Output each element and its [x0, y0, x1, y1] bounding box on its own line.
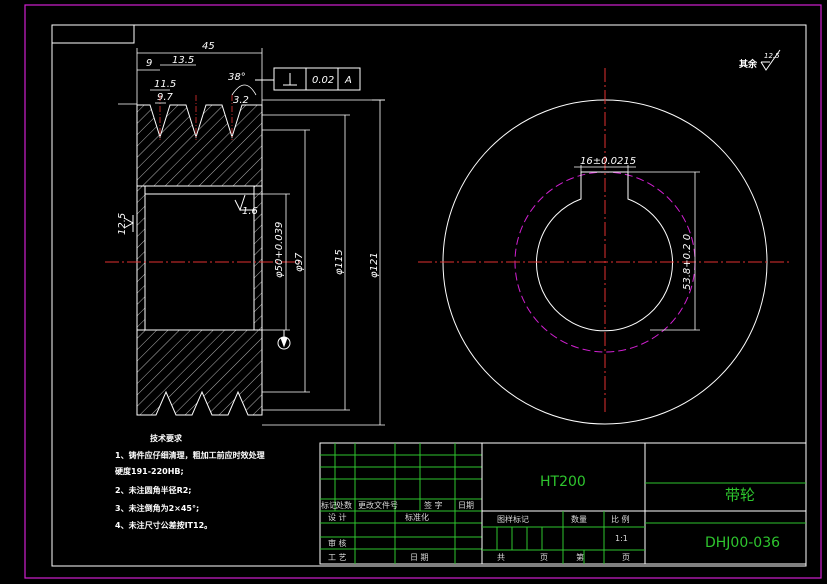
datum-a-symbol — [277, 330, 291, 350]
keyway-width-dim: 16±0.0215 — [580, 156, 636, 167]
tolerance-value: 0.02 — [312, 75, 334, 86]
front-view — [418, 68, 792, 425]
tech-note-4: 4、未注尺寸公差按IT12。 — [115, 520, 212, 530]
dim-9: 9 — [146, 58, 152, 69]
dim-9-7: 9.7 — [157, 92, 174, 103]
dim-115: φ115 — [334, 249, 345, 275]
dim-13-5: 13.5 — [172, 55, 194, 66]
roughness-rest-value: 12.5 — [764, 52, 780, 60]
tech-note-2: 2、未注圆角半径R2; — [115, 485, 192, 495]
lower-rim-section — [136, 329, 263, 416]
tb-design: 设 计 — [328, 512, 347, 522]
part-name: 带轮 — [725, 486, 755, 504]
tb-header-mark: 标记 — [321, 500, 337, 510]
tb-sheet: 第 — [576, 552, 584, 562]
tb-header-sign: 签 字 — [424, 500, 443, 510]
roughness-rest-label: 其余 — [739, 58, 758, 70]
tb-header-changefile: 更改文件号 — [358, 500, 398, 510]
bore-with-keyway — [536, 171, 673, 332]
tb-page2: 页 — [622, 553, 630, 562]
tb-sample-mark: 图样标记 — [497, 514, 529, 524]
drawing-number-mirror-box — [51, 24, 135, 44]
tech-note-1b: 硬度191-220HB; — [115, 466, 184, 476]
tb-quantity: 数量 — [571, 514, 587, 524]
tb-page1: 页 — [540, 553, 548, 562]
upper-rim-section — [136, 104, 263, 187]
tb-total: 共 — [497, 553, 505, 562]
left-roughness-value: 12.5 — [117, 213, 128, 235]
bore-roughness-value: 1.6 — [242, 206, 258, 217]
tolerance-datum: A — [344, 75, 352, 86]
inner-border — [51, 24, 807, 567]
tb-header-count: 处数 — [336, 500, 352, 510]
tech-requirements-title: 技术要求 — [150, 433, 183, 443]
dim-121: φ121 — [369, 252, 380, 278]
dim-width-total: 45 — [202, 41, 215, 52]
dim-bore: φ50+0.039 — [274, 222, 285, 278]
tb-process: 工 艺 — [328, 553, 347, 562]
tb-review: 审 核 — [328, 538, 347, 548]
cad-drawing-sheet: 其余 12.5 45 9 13.5 11.5 9.7 38° 0.02 A 3.… — [24, 4, 822, 579]
dim-97: φ97 — [294, 252, 305, 272]
keyway-depth-dim: 53.8+0.2 0 — [682, 234, 693, 290]
tb-scale-label: 比 例 — [611, 514, 630, 524]
dim-11-5: 11.5 — [154, 79, 176, 90]
hub-left-section — [136, 185, 146, 331]
tech-note-1: 1、铸件应仔细清理，粗加工前应时效处理 — [115, 450, 265, 460]
tech-note-3: 3、未注倒角为2×45°; — [115, 503, 199, 513]
tb-header-date: 日期 — [458, 501, 474, 510]
section-view — [105, 95, 300, 416]
drawing-number: DHJ00-036 — [705, 535, 780, 551]
tb-scale-value: 1:1 — [615, 534, 628, 543]
dim-angle: 38° — [228, 72, 246, 83]
groove-roughness: 3.2 — [233, 95, 249, 106]
tb-date2: 日 期 — [410, 553, 429, 562]
tb-standardization: 标准化 — [405, 512, 429, 522]
material-text: HT200 — [540, 474, 586, 490]
